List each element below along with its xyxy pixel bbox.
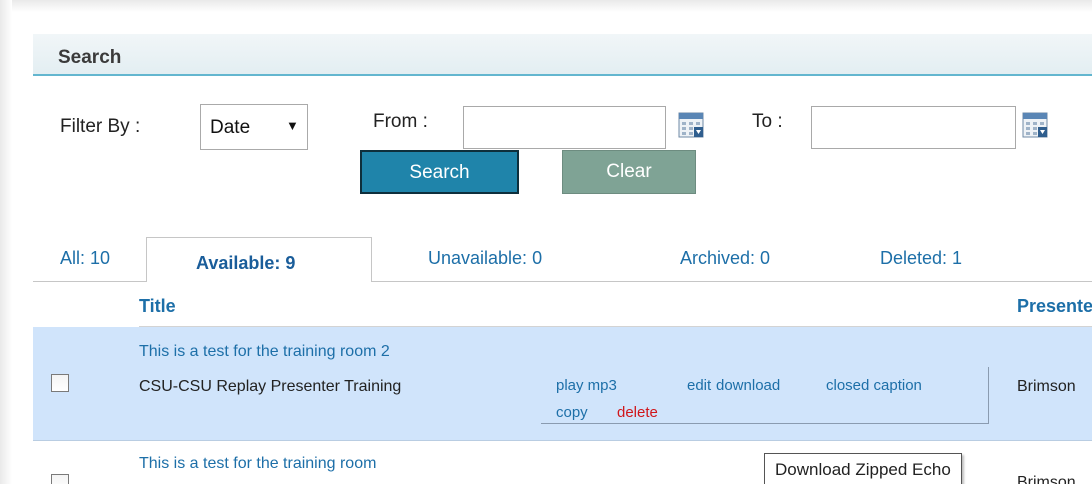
row-title-link[interactable]: This is a test for the training room <box>139 455 376 473</box>
column-header-presenter[interactable]: Presenter <box>1017 296 1092 317</box>
copy-link[interactable]: copy <box>556 404 588 421</box>
tab-deleted[interactable]: Deleted: 1 <box>880 248 962 269</box>
row-title-link[interactable]: This is a test for the training room 2 <box>139 343 390 361</box>
row-checkbox[interactable] <box>51 374 69 392</box>
download-link[interactable]: download <box>716 377 780 394</box>
from-date-input[interactable] <box>463 106 666 149</box>
chevron-down-icon: ▼ <box>286 118 299 133</box>
closed-caption-link[interactable]: closed caption <box>826 377 922 394</box>
search-header-label: Search <box>58 47 122 68</box>
row-presenter: Brimson <box>1017 474 1076 484</box>
clear-button[interactable]: Clear <box>562 150 696 194</box>
play-mp3-link[interactable]: play mp3 <box>556 377 617 394</box>
recordings-search-page: Search Filter By : Date ▼ From : To : Se… <box>0 0 1092 484</box>
filter-by-select[interactable]: Date ▼ <box>200 104 308 150</box>
tab-unavailable[interactable]: Unavailable: 0 <box>428 248 542 269</box>
row-presenter: Brimson <box>1017 378 1076 395</box>
tab-available-underlay <box>147 280 371 283</box>
to-date-input[interactable] <box>811 106 1016 149</box>
calendar-icon[interactable] <box>1022 112 1048 138</box>
search-header: Search <box>33 34 1092 76</box>
column-header-title[interactable]: Title <box>139 296 176 317</box>
calendar-icon[interactable] <box>678 112 704 138</box>
search-button[interactable]: Search <box>360 150 519 194</box>
filter-by-value: Date <box>210 117 251 138</box>
row-checkbox[interactable] <box>51 474 69 484</box>
row-divider <box>33 440 1092 441</box>
download-tooltip: Download Zipped Echo <box>764 453 962 484</box>
tab-all[interactable]: All: 10 <box>60 248 110 269</box>
tab-archived[interactable]: Archived: 0 <box>680 248 770 269</box>
edit-link[interactable]: edit <box>687 377 711 394</box>
row-actions-panel <box>541 367 989 424</box>
from-label: From : <box>373 111 428 132</box>
delete-link[interactable]: delete <box>617 404 658 421</box>
tab-available[interactable]: Available: 9 <box>196 253 295 274</box>
to-label: To : <box>752 111 783 132</box>
row-subtitle: CSU-CSU Replay Presenter Training <box>139 378 402 395</box>
filter-by-label: Filter By : <box>60 116 141 137</box>
